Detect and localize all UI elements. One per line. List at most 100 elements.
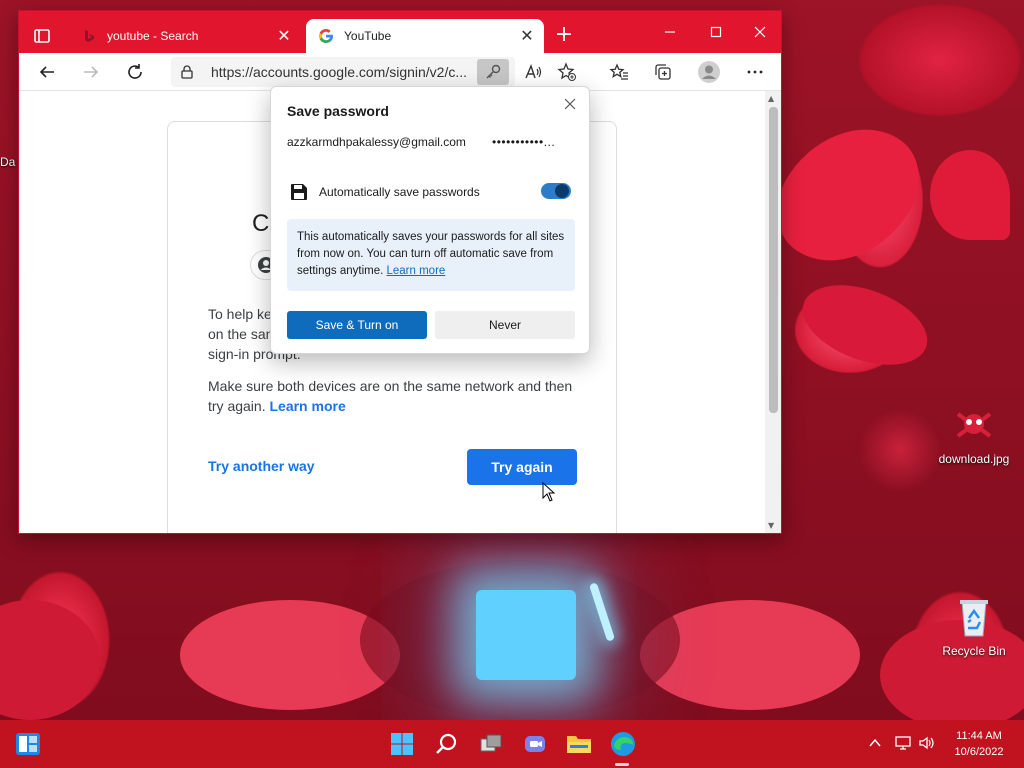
chat-button[interactable] — [519, 728, 551, 760]
edge-browser-icon — [611, 732, 635, 756]
maximize-button[interactable] — [693, 17, 739, 47]
save-and-turn-on-button[interactable]: Save & Turn on — [287, 311, 427, 339]
taskbar: 11:44 AM 10/6/2022 — [0, 720, 1024, 768]
search-icon — [436, 733, 457, 754]
paragraph-text: Make sure both devices are on the same n… — [208, 378, 573, 414]
toggle-knob — [555, 184, 569, 198]
save-password-dialog: Save password azzkarmdhpakalessy@gmail.c… — [270, 86, 590, 354]
clock-time: 11:44 AM — [956, 730, 1002, 742]
wallpaper-glow-square — [476, 590, 576, 680]
tab-actions-icon — [34, 29, 50, 43]
wallpaper-petal — [930, 150, 1010, 240]
add-favorite-button[interactable] — [553, 58, 581, 86]
file-explorer-button[interactable] — [563, 728, 595, 760]
dialog-title: Save password — [287, 103, 389, 119]
tab-youtube-search[interactable]: youtube - Search ✕ — [69, 19, 301, 53]
arrow-right-icon — [84, 66, 99, 78]
favorites-icon — [609, 63, 628, 80]
windows-logo-icon — [391, 733, 413, 755]
tab-close-icon[interactable]: ✕ — [516, 25, 538, 47]
info-learn-more-link[interactable]: Learn more — [387, 265, 446, 277]
read-aloud-icon — [525, 64, 542, 79]
close-icon — [754, 26, 766, 38]
close-window-button[interactable] — [737, 17, 783, 47]
system-clock[interactable]: 11:44 AM 10/6/2022 — [944, 728, 1014, 760]
scroll-up-icon[interactable]: ▲ — [768, 94, 774, 103]
back-button[interactable] — [33, 58, 61, 86]
refresh-icon — [128, 64, 142, 79]
forward-button[interactable] — [77, 58, 105, 86]
desktop-icon-download-jpg[interactable]: download.jpg — [934, 404, 1014, 466]
auto-save-toggle[interactable] — [541, 183, 571, 199]
lock-icon[interactable] — [179, 64, 195, 80]
widgets-button[interactable] — [12, 728, 44, 760]
desktop-icon-label: Recycle Bin — [942, 644, 1006, 658]
password-key-button[interactable] — [477, 59, 509, 85]
page-heading: C — [252, 210, 270, 237]
tab-title: YouTube — [344, 29, 392, 43]
desktop-icon-label-clipped: Da — [0, 155, 16, 169]
auto-save-label: Automatically save passwords — [319, 185, 480, 199]
key-icon — [486, 64, 501, 79]
wallpaper-petal — [755, 99, 941, 291]
network-tray-icon-button[interactable] — [892, 732, 914, 754]
folder-icon — [567, 736, 591, 753]
saved-password-masked: •••••••••••... — [492, 135, 556, 149]
minimize-button[interactable] — [647, 17, 693, 47]
desktop-icon-recycle-bin[interactable]: Recycle Bin — [934, 596, 1014, 658]
settings-more-button[interactable] — [741, 58, 769, 86]
refresh-button[interactable] — [121, 58, 149, 86]
tab-title: youtube - Search — [107, 29, 199, 43]
auto-save-info-box: This automatically saves your passwords … — [287, 219, 575, 291]
saved-username: azzkarmdhpakalessy@gmail.com — [287, 135, 466, 149]
edge-taskbar-button[interactable] — [607, 728, 639, 760]
scroll-thumb[interactable] — [769, 107, 778, 413]
task-view-button[interactable] — [475, 728, 507, 760]
tab-close-icon[interactable]: ✕ — [273, 25, 295, 47]
clock-date: 10/6/2022 — [954, 746, 1004, 758]
wallpaper-petal — [791, 269, 939, 381]
recycle-bin-icon — [960, 600, 988, 637]
tab-actions-menu-button[interactable] — [29, 23, 55, 49]
speaker-icon — [919, 736, 934, 750]
desktop-icon-label: download.jpg — [938, 452, 1010, 466]
tab-strip: youtube - Search ✕ YouTube ✕ + — [19, 11, 781, 53]
star-add-icon — [557, 62, 576, 81]
collections-icon — [655, 64, 671, 80]
scroll-down-icon[interactable]: ▼ — [768, 521, 774, 530]
wallpaper-petal — [0, 600, 100, 720]
learn-more-link[interactable]: Learn more — [269, 398, 345, 414]
image-file-icon — [956, 412, 992, 438]
tab-youtube[interactable]: YouTube ✕ — [306, 19, 544, 53]
try-again-button[interactable]: Try again — [467, 449, 577, 485]
address-bar[interactable]: https://accounts.google.com/signin/v2/c.… — [171, 57, 515, 87]
chevron-up-icon — [869, 738, 881, 747]
read-aloud-button[interactable] — [519, 58, 547, 86]
save-floppy-icon — [291, 184, 307, 200]
minimize-icon — [665, 31, 675, 33]
show-hidden-icons-button[interactable] — [864, 732, 886, 754]
arrow-left-icon — [39, 66, 54, 78]
dialog-close-button[interactable] — [559, 93, 581, 115]
widgets-icon — [16, 733, 40, 755]
google-favicon-icon — [318, 29, 333, 43]
maximize-icon — [710, 26, 722, 38]
volume-tray-icon-button[interactable] — [916, 732, 938, 754]
close-icon — [564, 98, 576, 110]
page-scrollbar[interactable]: ▲ ▼ — [765, 91, 781, 533]
new-tab-button[interactable]: + — [551, 23, 577, 49]
network-paragraph: Make sure both devices are on the same n… — [208, 376, 588, 416]
start-button[interactable] — [386, 728, 418, 760]
favorites-button[interactable] — [605, 58, 633, 86]
network-icon — [895, 736, 911, 750]
url-text[interactable]: https://accounts.google.com/signin/v2/c.… — [211, 64, 473, 80]
bing-favicon-icon — [85, 30, 94, 42]
search-button[interactable] — [431, 728, 463, 760]
avatar-icon — [698, 61, 720, 83]
auto-save-row: Automatically save passwords — [287, 181, 575, 203]
task-view-icon — [480, 734, 502, 752]
collections-button[interactable] — [649, 58, 677, 86]
profile-button[interactable] — [695, 58, 723, 86]
try-another-way-link[interactable]: Try another way — [208, 458, 315, 474]
never-button[interactable]: Never — [435, 311, 575, 339]
